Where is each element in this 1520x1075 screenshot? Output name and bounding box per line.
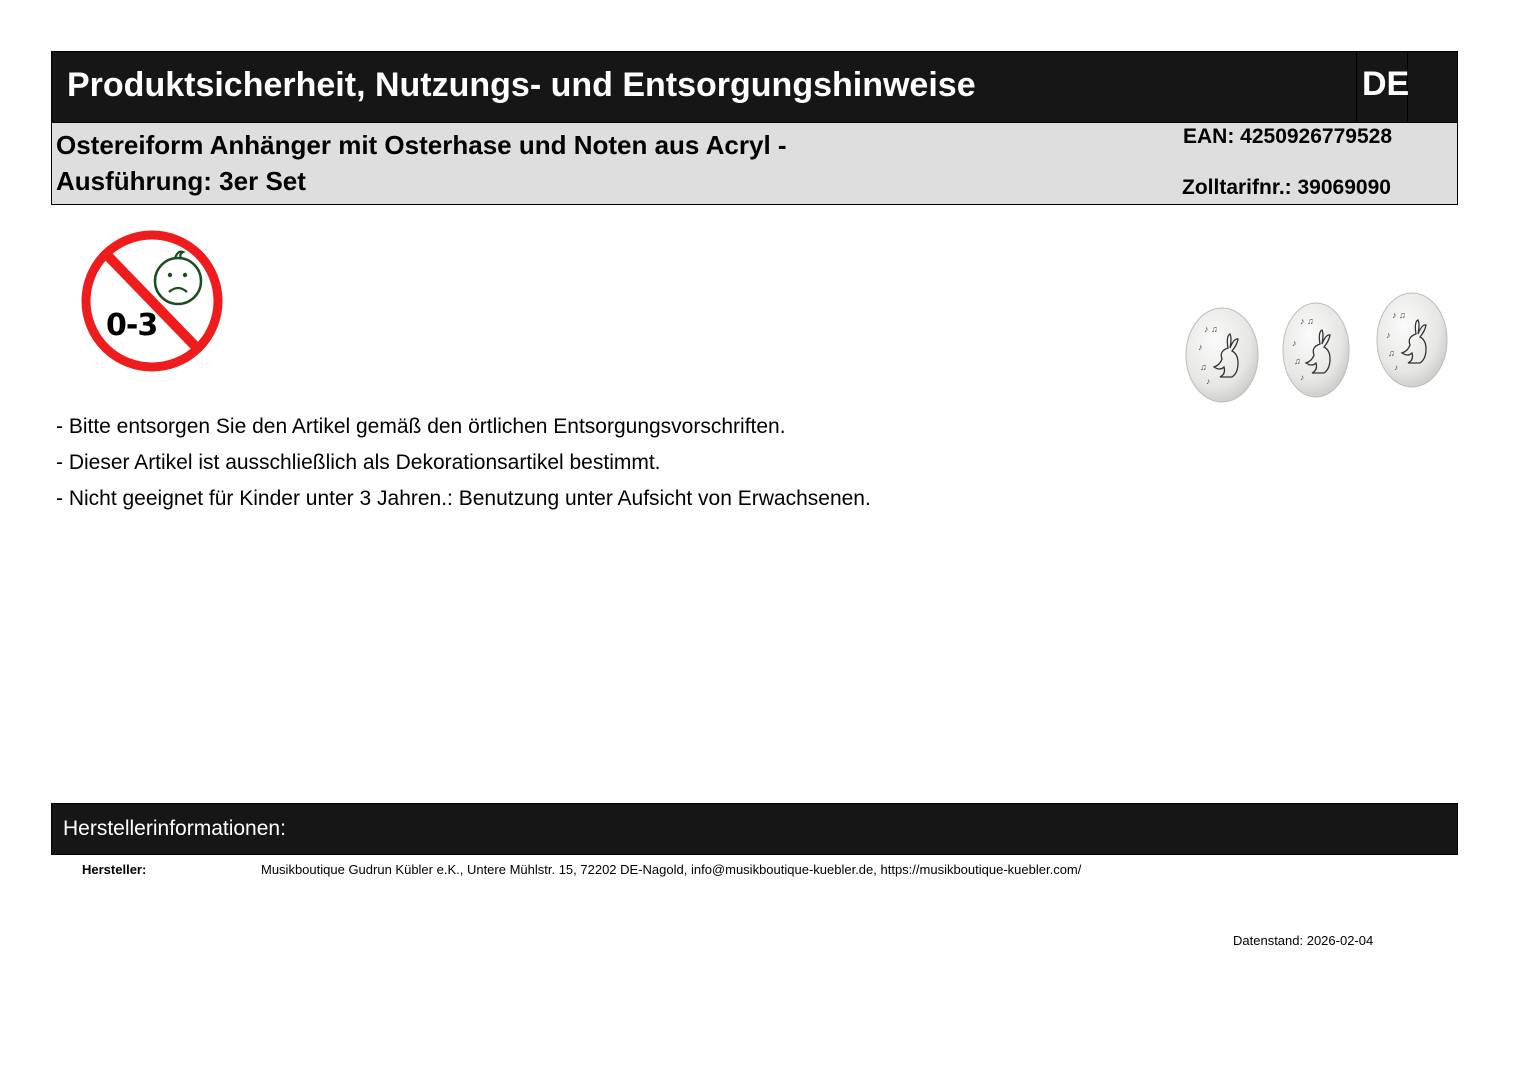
svg-text:♪: ♪	[1394, 363, 1398, 372]
svg-text:♪: ♪	[1198, 342, 1203, 352]
egg-pendant: ♪ ♫ ♪ ♫ ♪	[1282, 302, 1350, 398]
svg-text:♫: ♫	[1388, 348, 1395, 358]
header-bar: Produktsicherheit, Nutzungs- und Entsorg…	[51, 51, 1458, 123]
svg-text:♪: ♪	[1292, 338, 1297, 348]
list-item: - Nicht geeignet für Kinder unter 3 Jahr…	[56, 487, 871, 510]
svg-text:♪: ♪	[1300, 373, 1304, 382]
list-item: - Bitte entsorgen Sie den Artikel gemäß …	[56, 415, 786, 438]
data-date: Datenstand: 2026-02-04	[1233, 933, 1374, 948]
product-photo-graphic: ♪ ♫ ♪ ♫ ♪ ♪ ♫ ♪ ♫ ♪ ♪ ♫ ♪ ♫ ♪	[1185, 292, 1448, 403]
age-label: 0-3	[106, 308, 158, 343]
product-name: Ostereiform Anhänger mit Osterhase und N…	[56, 130, 787, 196]
manufacturer-label: Hersteller:	[82, 862, 147, 877]
manufacturer-value: Musikboutique Gudrun Kübler e.K., Untere…	[261, 862, 1082, 877]
list-item: - Dieser Artikel ist ausschließlich als …	[56, 451, 661, 474]
language-badge: DE	[1356, 51, 1409, 123]
page-title: Produktsicherheit, Nutzungs- und Entsorg…	[67, 66, 976, 104]
svg-text:♫: ♫	[1200, 362, 1207, 372]
egg-pendant: ♪ ♫ ♪ ♫ ♪	[1376, 292, 1448, 388]
egg-pendant: ♪ ♫ ♪ ♫ ♪	[1185, 307, 1259, 403]
product-info-bar: Ostereiform Anhänger mit Osterhase und N…	[51, 123, 1458, 205]
manufacturer-section-bar: Herstellerinformationen:	[51, 803, 1458, 855]
safety-notes-list: - Bitte entsorgen Sie den Artikel gemäß …	[56, 414, 871, 522]
svg-text:♪: ♪	[1206, 377, 1210, 386]
svg-text:♫: ♫	[1294, 356, 1301, 366]
customs-tariff-number: Zolltarifnr.: 39069090	[1182, 176, 1391, 199]
warning-symbol-graphic	[81, 230, 223, 372]
ean-number: EAN: 4250926779528	[1183, 125, 1392, 148]
svg-text:♪: ♪	[1386, 330, 1391, 340]
svg-text:♪ ♫: ♪ ♫	[1204, 324, 1218, 334]
easter-egg-pendants-icon: ♪ ♫ ♪ ♫ ♪ ♪ ♫ ♪ ♫ ♪ ♪ ♫ ♪ ♫ ♪	[1180, 288, 1455, 408]
svg-text:♪ ♫: ♪ ♫	[1300, 316, 1314, 326]
not-for-children-under-3-icon: 0-3	[78, 228, 228, 376]
manufacturer-section-title: Herstellerinformationen:	[63, 817, 286, 840]
svg-text:♪ ♫: ♪ ♫	[1392, 310, 1406, 320]
